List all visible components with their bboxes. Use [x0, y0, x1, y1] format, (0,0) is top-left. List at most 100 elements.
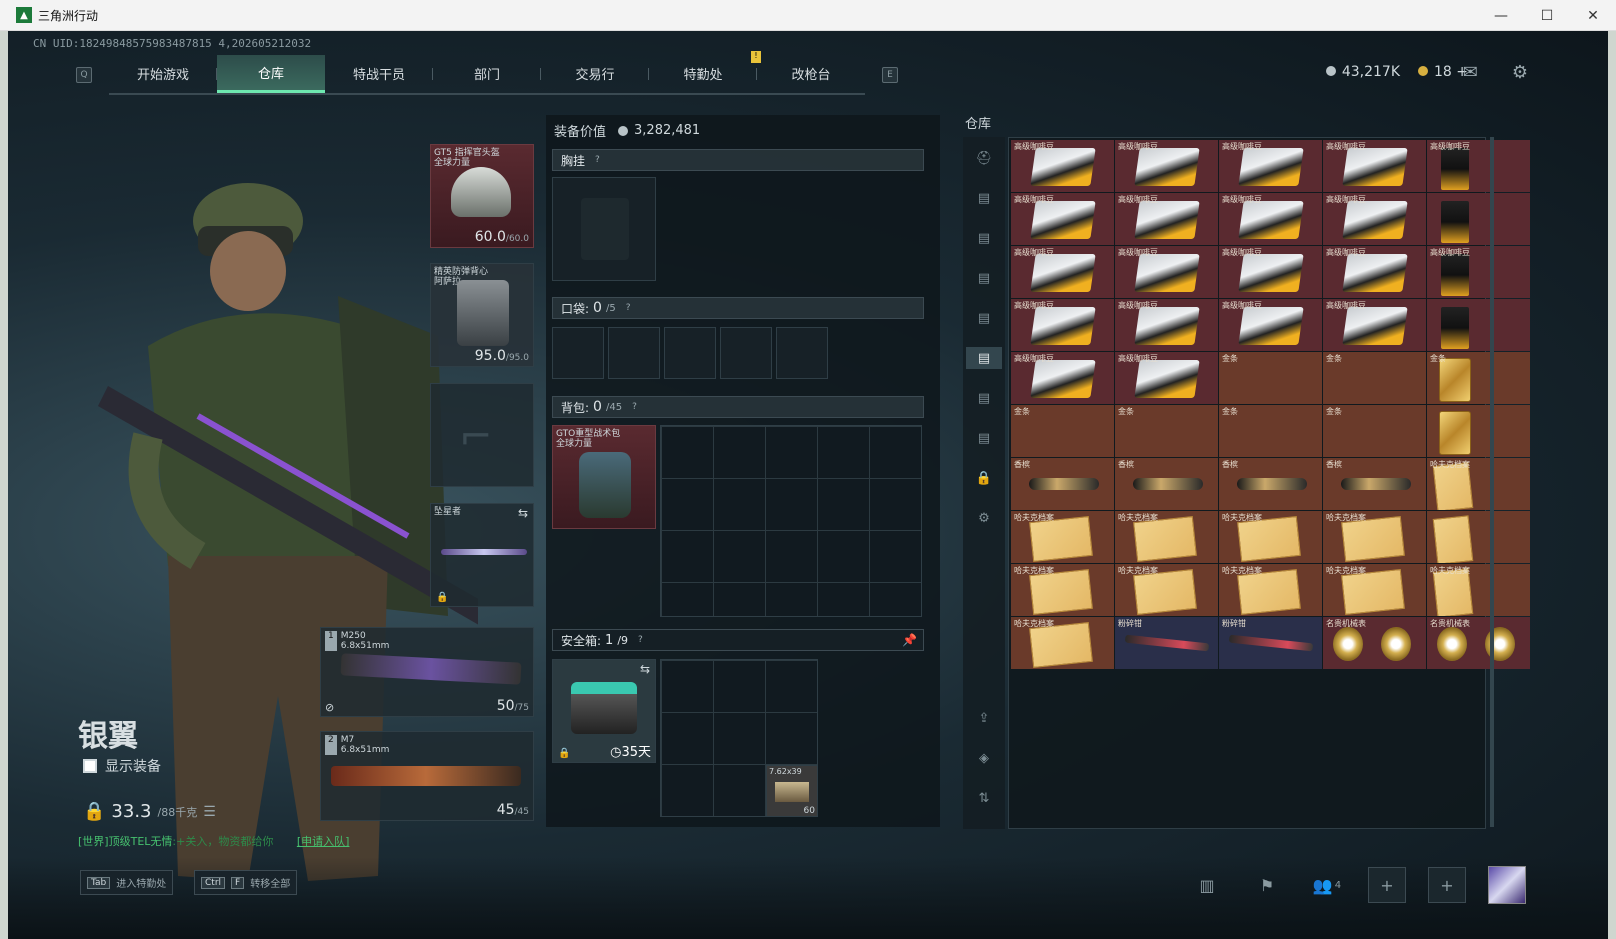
storage-item[interactable]: 金条: [1427, 352, 1530, 404]
chest-rig-slot[interactable]: [552, 177, 656, 281]
secondary-weapon-slot[interactable]: 2 M7 6.8x51mm 45/45: [320, 731, 534, 821]
backpack-slot[interactable]: GTO重型战术包 全球力量: [552, 425, 656, 529]
storage-item[interactable]: 哈夫克档案: [1427, 458, 1530, 510]
storage-item[interactable]: 高级咖啡豆: [1115, 193, 1218, 245]
tab-operators[interactable]: 特战干员: [325, 55, 433, 93]
squad-icon[interactable]: 👥 4: [1308, 867, 1346, 903]
lock-icon[interactable]: 🔒: [966, 467, 1002, 489]
minimize-button[interactable]: —: [1478, 0, 1524, 31]
primary-weapon-slot[interactable]: 1 M250 6.8x51mm ⊘ 50/75: [320, 627, 534, 717]
swap-icon[interactable]: ⇆: [640, 662, 650, 676]
storage-item[interactable]: [1427, 193, 1530, 245]
pistol-slot[interactable]: ⌐: [430, 383, 534, 487]
pocket-slot[interactable]: [552, 327, 604, 379]
storage-item[interactable]: 金条: [1219, 352, 1322, 404]
storage-item[interactable]: 名贵机械表: [1323, 617, 1426, 669]
help-icon[interactable]: ?: [632, 402, 637, 412]
storage-item[interactable]: 高级咖啡豆: [1427, 246, 1530, 298]
helmet-category-icon[interactable]: ⛑: [966, 147, 1002, 169]
tab-start-game[interactable]: 开始游戏: [109, 55, 217, 93]
storage-item[interactable]: 高级咖啡豆: [1115, 140, 1218, 192]
tab-gunsmith[interactable]: 改枪台: [757, 55, 865, 93]
storage-item[interactable]: 哈夫克档案: [1011, 511, 1114, 563]
storage-item[interactable]: 哈夫克档案: [1323, 564, 1426, 616]
tab-warehouse[interactable]: 仓库: [217, 54, 325, 93]
storage-item[interactable]: 金条: [1323, 405, 1426, 457]
layers-icon[interactable]: ◈: [966, 747, 1002, 769]
storage-item[interactable]: 香槟: [1115, 458, 1218, 510]
storage-item[interactable]: 高级咖啡豆: [1011, 193, 1114, 245]
maximize-button[interactable]: ☐: [1524, 0, 1570, 31]
avatar[interactable]: [1488, 866, 1526, 904]
storage-item[interactable]: 粉碎钳: [1115, 617, 1218, 669]
pocket-slot[interactable]: [664, 327, 716, 379]
storage-item[interactable]: 高级咖啡豆: [1219, 299, 1322, 351]
storage-item[interactable]: 金条: [1323, 352, 1426, 404]
storage-item[interactable]: 香槟: [1011, 458, 1114, 510]
tab-trade[interactable]: 交易行: [541, 55, 649, 93]
storage-item[interactable]: 高级咖啡豆: [1219, 246, 1322, 298]
storage-item[interactable]: 哈夫克档案: [1219, 564, 1322, 616]
storage-item[interactable]: [1427, 511, 1530, 563]
storage-item[interactable]: 高级咖啡豆: [1323, 193, 1426, 245]
settings-gear-icon[interactable]: ⚙: [1512, 62, 1528, 83]
add-teammate-button[interactable]: +: [1428, 867, 1466, 903]
storage-item[interactable]: 高级咖啡豆: [1011, 140, 1114, 192]
transfer-all-hint[interactable]: Ctrl F 转移全部: [194, 870, 298, 895]
armor-slot[interactable]: 精英防弹背心 阿萨拉 95.0/95.0: [430, 263, 534, 367]
storage-item[interactable]: 粉碎钳: [1219, 617, 1322, 669]
mail-icon[interactable]: ✉: [1463, 62, 1478, 83]
help-icon[interactable]: ?: [638, 635, 643, 645]
storage-item[interactable]: 哈夫克档案: [1115, 564, 1218, 616]
settings-gear-icon[interactable]: ⚙: [966, 507, 1002, 529]
storage-item[interactable]: 高级咖啡豆: [1427, 140, 1530, 192]
storage-tab-2-icon[interactable]: ▤: [966, 227, 1002, 249]
safe-box-slot[interactable]: ⇆ 🔒 ◷35天: [552, 659, 656, 763]
storage-item[interactable]: 金条: [1011, 405, 1114, 457]
show-equipment-checkbox[interactable]: [83, 759, 97, 773]
storage-item[interactable]: 名贵机械表: [1427, 617, 1530, 669]
storage-tab-7-icon[interactable]: ▤: [966, 427, 1002, 449]
backpack-grid[interactable]: [660, 425, 922, 617]
storage-tab-1-icon[interactable]: ▤: [966, 187, 1002, 209]
close-button[interactable]: ✕: [1570, 0, 1616, 31]
pocket-slot[interactable]: [776, 327, 828, 379]
storage-item[interactable]: 金条: [1219, 405, 1322, 457]
storage-item[interactable]: [1427, 299, 1530, 351]
storage-item[interactable]: 高级咖啡豆: [1115, 246, 1218, 298]
storage-item[interactable]: 哈夫克档案: [1219, 511, 1322, 563]
enter-special-ops-hint[interactable]: Tab 进入特勤处: [80, 870, 174, 895]
list-icon[interactable]: ☰: [203, 804, 216, 820]
pin-icon[interactable]: 📌: [902, 633, 917, 647]
tab-department[interactable]: 部门: [433, 55, 541, 93]
upload-icon[interactable]: ⇪: [966, 707, 1002, 729]
storage-item[interactable]: 高级咖啡豆: [1219, 193, 1322, 245]
storage-item[interactable]: 哈夫克档案: [1323, 511, 1426, 563]
tab-special-ops[interactable]: 特勤处: [649, 55, 757, 93]
storage-item[interactable]: 高级咖啡豆: [1115, 352, 1218, 404]
show-equipment-toggle[interactable]: 显示装备: [83, 756, 161, 776]
storage-item[interactable]: 香槟: [1219, 458, 1322, 510]
gold-currency[interactable]: 18 +: [1418, 64, 1468, 80]
add-teammate-button[interactable]: +: [1368, 867, 1406, 903]
stats-chart-icon[interactable]: ▥: [1188, 867, 1226, 903]
storage-item[interactable]: 高级咖啡豆: [1323, 299, 1426, 351]
storage-item[interactable]: 高级咖啡豆: [1323, 246, 1426, 298]
help-icon[interactable]: ?: [595, 155, 600, 165]
nav-left-key[interactable]: Q: [76, 66, 92, 83]
storage-item[interactable]: 高级咖啡豆: [1011, 352, 1114, 404]
storage-tab-4-icon[interactable]: ▤: [966, 307, 1002, 329]
storage-item[interactable]: 高级咖啡豆: [1323, 140, 1426, 192]
help-icon[interactable]: ?: [626, 303, 631, 313]
world-chat-line[interactable]: [世界]顶级TEL无情:+关入，物资都给你 [申请入队]: [78, 833, 349, 849]
storage-item[interactable]: 金条: [1115, 405, 1218, 457]
storage-tab-3-icon[interactable]: ▤: [966, 267, 1002, 289]
storage-item[interactable]: 高级咖啡豆: [1219, 140, 1322, 192]
swap-icon[interactable]: ⇆: [518, 506, 528, 520]
pocket-slot[interactable]: [720, 327, 772, 379]
storage-item[interactable]: 高级咖啡豆: [1011, 299, 1114, 351]
storage-item[interactable]: 哈夫克档案: [1011, 617, 1114, 669]
storage-item[interactable]: 高级咖啡豆: [1011, 246, 1114, 298]
helmet-slot[interactable]: GT5 指挥官头盔 全球力量 60.0/60.0: [430, 144, 534, 248]
sort-icon[interactable]: ⇅: [966, 787, 1002, 809]
